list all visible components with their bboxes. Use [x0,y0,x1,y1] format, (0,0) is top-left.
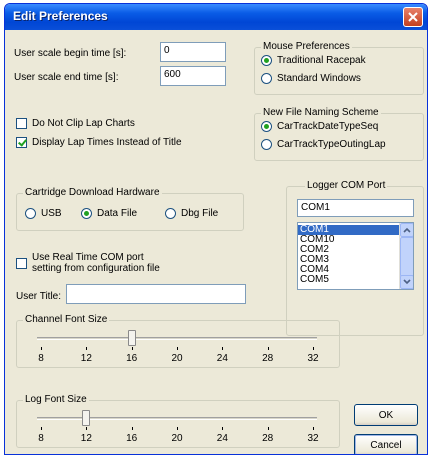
radio-icon [261,55,272,66]
slider-tick [313,347,314,350]
window-title: Edit Preferences [13,9,108,23]
log-font-size-group: Log Font Size 8 12 16 20 24 28 32 [16,394,341,449]
channel-font-size-slider[interactable]: 8 12 16 20 24 28 32 [17,321,341,369]
naming-option-outing[interactable]: CarTrackTypeOutingLap [261,139,386,150]
radio-icon [261,73,272,84]
scroll-down-button[interactable] [400,275,413,289]
slider-thumb[interactable] [127,330,136,346]
slider-tick [267,347,269,350]
realtime-com-label-line2: setting from configuration file [32,263,160,274]
begin-time-input[interactable]: 0 [160,42,226,62]
cartridge-option-dbg-file[interactable]: Dbg File [165,208,218,219]
slider-tick-label: 20 [171,433,183,444]
ok-button[interactable]: OK [354,404,418,426]
realtime-com-label: Use Real Time COM port [32,252,144,263]
chevron-up-icon [403,227,411,233]
no-clip-label: Do Not Clip Lap Charts [32,118,135,129]
slider-tick-label: 12 [80,433,92,444]
cartridge-hardware-title: Cartridge Download Hardware [23,187,162,198]
log-font-size-slider[interactable]: 8 12 16 20 24 28 32 [17,401,341,449]
slider-tick [86,427,88,430]
radio-icon [81,208,92,219]
naming-option-label: CarTrackDateTypeSeq [277,121,379,132]
scroll-up-button[interactable] [400,223,413,237]
slider-tick-label: 28 [262,353,274,364]
slider-tick [267,427,269,430]
slider-tick [222,427,224,430]
slider-tick [41,347,42,350]
close-button[interactable] [403,7,423,27]
slider-tick [131,427,133,430]
mouse-option-racepak[interactable]: Traditional Racepak [261,55,366,66]
slider-tick-label: 32 [307,433,319,444]
user-title-input[interactable] [66,284,246,304]
slider-tick-label: 24 [216,353,228,364]
no-clip-checkbox[interactable]: Do Not Clip Lap Charts [16,118,135,129]
cartridge-option-label: USB [41,208,62,219]
channel-font-size-group: Channel Font Size 8 12 16 20 24 28 32 [16,314,341,369]
naming-scheme-group: New File Naming Scheme CarTrackDateTypeS… [254,107,424,161]
slider-tick-label: 28 [262,433,274,444]
dialog-client-area: User scale begin time [s]: 0 User scale … [8,30,424,454]
slider-tick-label: 12 [80,353,92,364]
title-bar[interactable]: Edit Preferences [5,4,427,30]
radio-icon [261,121,272,132]
begin-time-label: User scale begin time [s]: [14,48,127,59]
cartridge-option-usb[interactable]: USB [25,208,62,219]
close-icon [408,12,418,22]
radio-icon [25,208,36,219]
radio-icon [165,208,176,219]
slider-tick [131,347,133,350]
logger-com-port-group: Logger COM Port COM1 COM1 COM10 COM2 COM3 CO… [286,180,424,336]
mouse-preferences-group: Mouse Preferences Traditional Racepak St… [254,41,424,95]
slider-tick-label: 8 [38,433,44,444]
slider-tick-label: 24 [216,433,228,444]
chevron-down-icon [403,279,411,285]
logger-com-port-input[interactable]: COM1 [297,199,414,217]
naming-option-date[interactable]: CarTrackDateTypeSeq [261,121,378,132]
slider-tick [41,427,42,430]
mouse-option-windows[interactable]: Standard Windows [261,73,361,84]
slider-tick [177,347,178,350]
cartridge-option-label: Data File [97,208,138,219]
mouse-option-label: Standard Windows [277,73,361,84]
slider-tick [313,427,314,430]
mouse-option-label: Traditional Racepak [277,55,366,66]
radio-icon [261,139,272,150]
slider-tick-label: 16 [126,353,138,364]
slider-tick-label: 16 [126,433,138,444]
lap-times-label: Display Lap Times Instead of Title [32,137,182,148]
realtime-com-checkbox[interactable]: Use Real Time COM port setting from conf… [16,252,160,274]
cartridge-option-data-file[interactable]: Data File [81,208,137,219]
user-title-label: User Title: [16,291,62,302]
slider-track[interactable] [37,417,317,420]
naming-option-label: CarTrackTypeOutingLap [277,139,386,150]
cancel-button[interactable]: Cancel [354,434,418,454]
checkbox-icon [16,118,27,129]
slider-thumb[interactable] [82,410,91,426]
slider-tick-label: 20 [171,353,183,364]
end-time-label: User scale end time [s]: [14,72,119,83]
com-port-list-item[interactable]: COM5 [298,275,399,285]
cartridge-hardware-group: Cartridge Download Hardware USB Data Fil… [16,187,244,231]
slider-track[interactable] [37,337,317,340]
slider-tick-label: 32 [307,353,319,364]
logger-com-port-title: Logger COM Port [305,180,388,191]
slider-tick-label: 8 [38,353,44,364]
checkbox-icon [16,137,27,148]
scroll-thumb[interactable] [400,237,413,277]
cartridge-option-label: Dbg File [181,208,219,219]
realtime-com-text: Use Real Time COM port setting from conf… [32,252,160,274]
com-port-list[interactable]: COM1 COM10 COM2 COM3 COM4 COM5 [297,222,414,290]
slider-tick [222,347,224,350]
checkbox-icon [16,258,27,269]
mouse-preferences-title: Mouse Preferences [261,41,352,52]
slider-tick [86,347,88,350]
end-time-input[interactable]: 600 [160,66,226,86]
slider-tick [177,427,178,430]
lap-times-checkbox[interactable]: Display Lap Times Instead of Title [16,137,182,148]
com-list-scrollbar[interactable] [399,223,413,289]
edit-preferences-dialog: Edit Preferences User scale begin time [… [4,3,428,455]
naming-scheme-title: New File Naming Scheme [261,107,381,118]
